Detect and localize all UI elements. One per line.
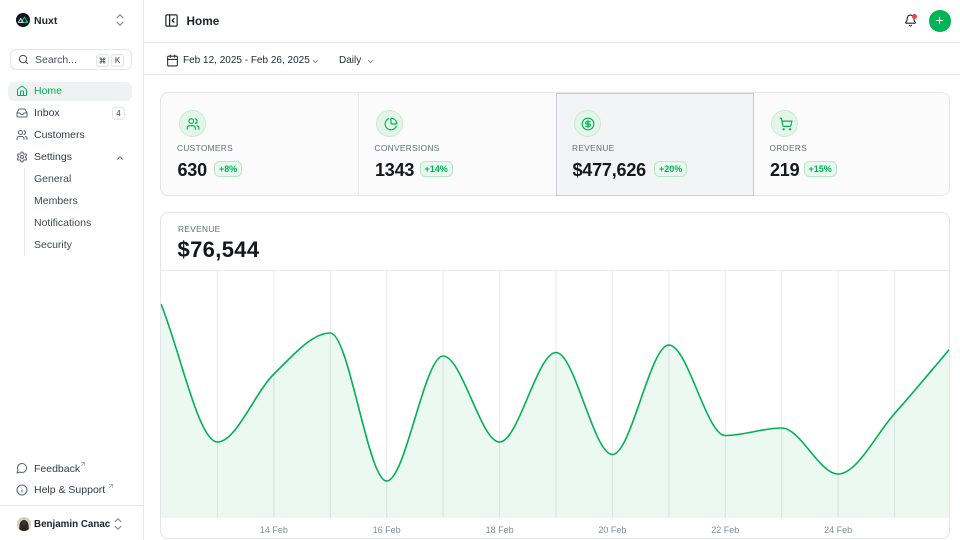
- svg-text:24 Feb: 24 Feb: [824, 525, 852, 535]
- svg-text:14 Feb: 14 Feb: [260, 525, 288, 535]
- svg-text:20 Feb: 20 Feb: [598, 525, 626, 535]
- svg-text:22 Feb: 22 Feb: [711, 525, 739, 535]
- svg-text:16 Feb: 16 Feb: [373, 525, 401, 535]
- svg-text:18 Feb: 18 Feb: [486, 525, 514, 535]
